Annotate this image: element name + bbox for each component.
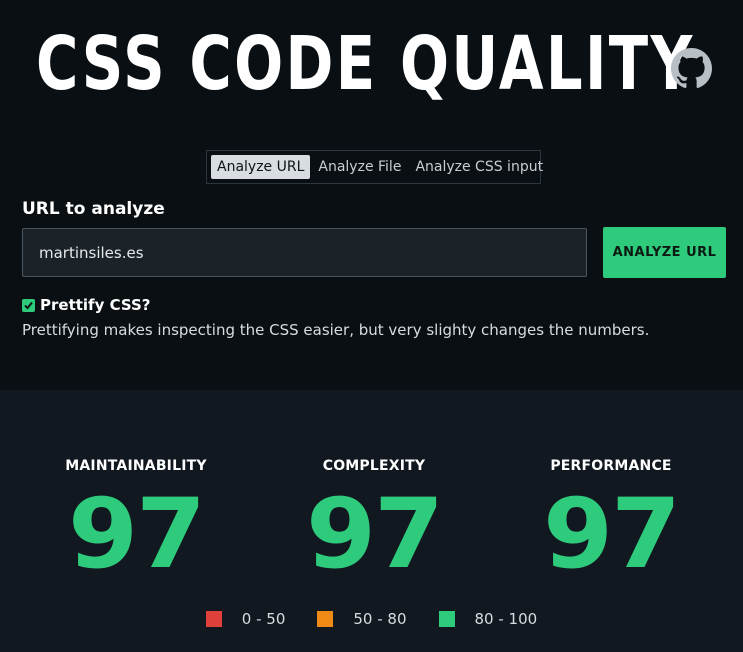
page-title: CSS CODE QUALITY bbox=[36, 21, 695, 107]
performance-label: PERFORMANCE bbox=[550, 458, 672, 474]
prettify-checkbox[interactable] bbox=[22, 299, 35, 312]
tab-analyze-url[interactable]: Analyze URL bbox=[211, 155, 311, 179]
header-section: CSS CODE QUALITY Analyze URL Analyze Fil… bbox=[0, 0, 743, 390]
checkmark-icon bbox=[24, 301, 33, 310]
prettify-help-text: Prettifying makes inspecting the CSS eas… bbox=[22, 321, 650, 339]
legend-item-low: 0 - 50 bbox=[205, 610, 286, 628]
legend-swatch-orange bbox=[317, 611, 334, 627]
legend-swatch-green bbox=[438, 611, 455, 627]
legend-range: 0 - 50 bbox=[241, 610, 286, 628]
legend-item-high: 80 - 100 bbox=[438, 610, 538, 628]
legend-range: 80 - 100 bbox=[474, 610, 538, 628]
analyze-mode-tabs: Analyze URL Analyze File Analyze CSS inp… bbox=[206, 150, 543, 184]
results-section: MAINTAINABILITY 97 COMPLEXITY 97 PERFORM… bbox=[0, 390, 743, 652]
maintainability-label: MAINTAINABILITY bbox=[65, 458, 207, 474]
analyze-url-button[interactable]: ANALYZE URL bbox=[603, 227, 726, 278]
complexity-value: 97 bbox=[305, 478, 444, 590]
tab-analyze-css-input[interactable]: Analyze CSS input bbox=[409, 155, 549, 179]
tab-analyze-file[interactable]: Analyze File bbox=[312, 155, 407, 179]
prettify-label[interactable]: Prettify CSS? bbox=[40, 296, 151, 314]
github-icon[interactable] bbox=[671, 48, 712, 89]
complexity-label: COMPLEXITY bbox=[322, 458, 426, 474]
score-legend: 0 - 50 50 - 80 80 - 100 bbox=[0, 610, 743, 628]
maintainability-value: 97 bbox=[67, 478, 206, 590]
legend-item-medium: 50 - 80 bbox=[317, 610, 407, 628]
url-input[interactable] bbox=[22, 228, 587, 277]
maintainability-score: MAINTAINABILITY 97 bbox=[36, 458, 236, 584]
legend-range: 50 - 80 bbox=[353, 610, 407, 628]
performance-value: 97 bbox=[542, 478, 681, 590]
url-label: URL to analyze bbox=[22, 199, 165, 219]
performance-score: PERFORMANCE 97 bbox=[511, 458, 711, 584]
complexity-score: COMPLEXITY 97 bbox=[274, 458, 474, 584]
legend-swatch-red bbox=[205, 611, 222, 627]
